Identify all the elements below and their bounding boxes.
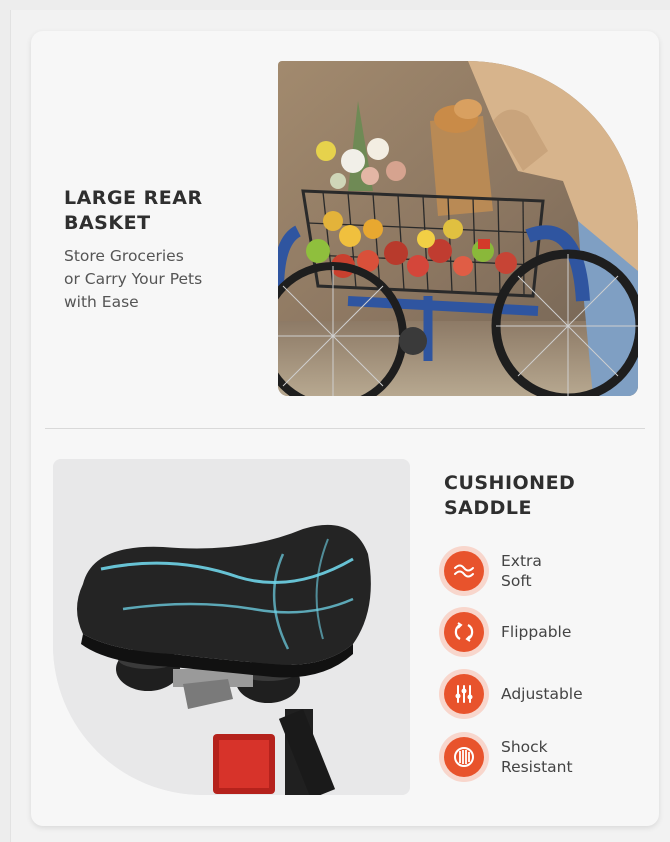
- section-divider: [45, 428, 645, 429]
- feature-shock-resistant: Shock Resistant: [439, 732, 573, 782]
- saddle-photo: [53, 459, 410, 795]
- feature-icon-ring: [439, 669, 489, 719]
- feature-label-adjustable: Adjustable: [501, 685, 583, 703]
- saddle-illustration: [53, 459, 410, 795]
- basket-illustration: [278, 61, 638, 396]
- feature-flippable: Flippable: [439, 607, 571, 657]
- basket-subtitle: Store Groceries or Carry Your Pets with …: [64, 247, 203, 311]
- feature-label-flippable: Flippable: [501, 623, 572, 641]
- spring-icon: [444, 737, 484, 777]
- feature-label-extra-soft: Extra Soft: [501, 552, 542, 590]
- sliders-icon: [444, 674, 484, 714]
- feature-label-shock-resistant: Shock Resistant: [501, 738, 573, 776]
- saddle-title: CUSHIONED SADDLE: [444, 472, 576, 519]
- feature-icon-ring: [439, 546, 489, 596]
- flip-icon: [444, 612, 484, 652]
- feature-icon-ring: [439, 732, 489, 782]
- feature-adjustable: Adjustable: [439, 669, 583, 719]
- feature-extra-soft: Extra Soft: [439, 546, 542, 596]
- wave-icon: [444, 551, 484, 591]
- feature-card: LARGE REAR BASKET Store Groceries or Car…: [31, 31, 659, 826]
- basket-photo: [278, 61, 638, 396]
- basket-title: LARGE REAR BASKET: [64, 187, 203, 234]
- feature-icon-ring: [439, 607, 489, 657]
